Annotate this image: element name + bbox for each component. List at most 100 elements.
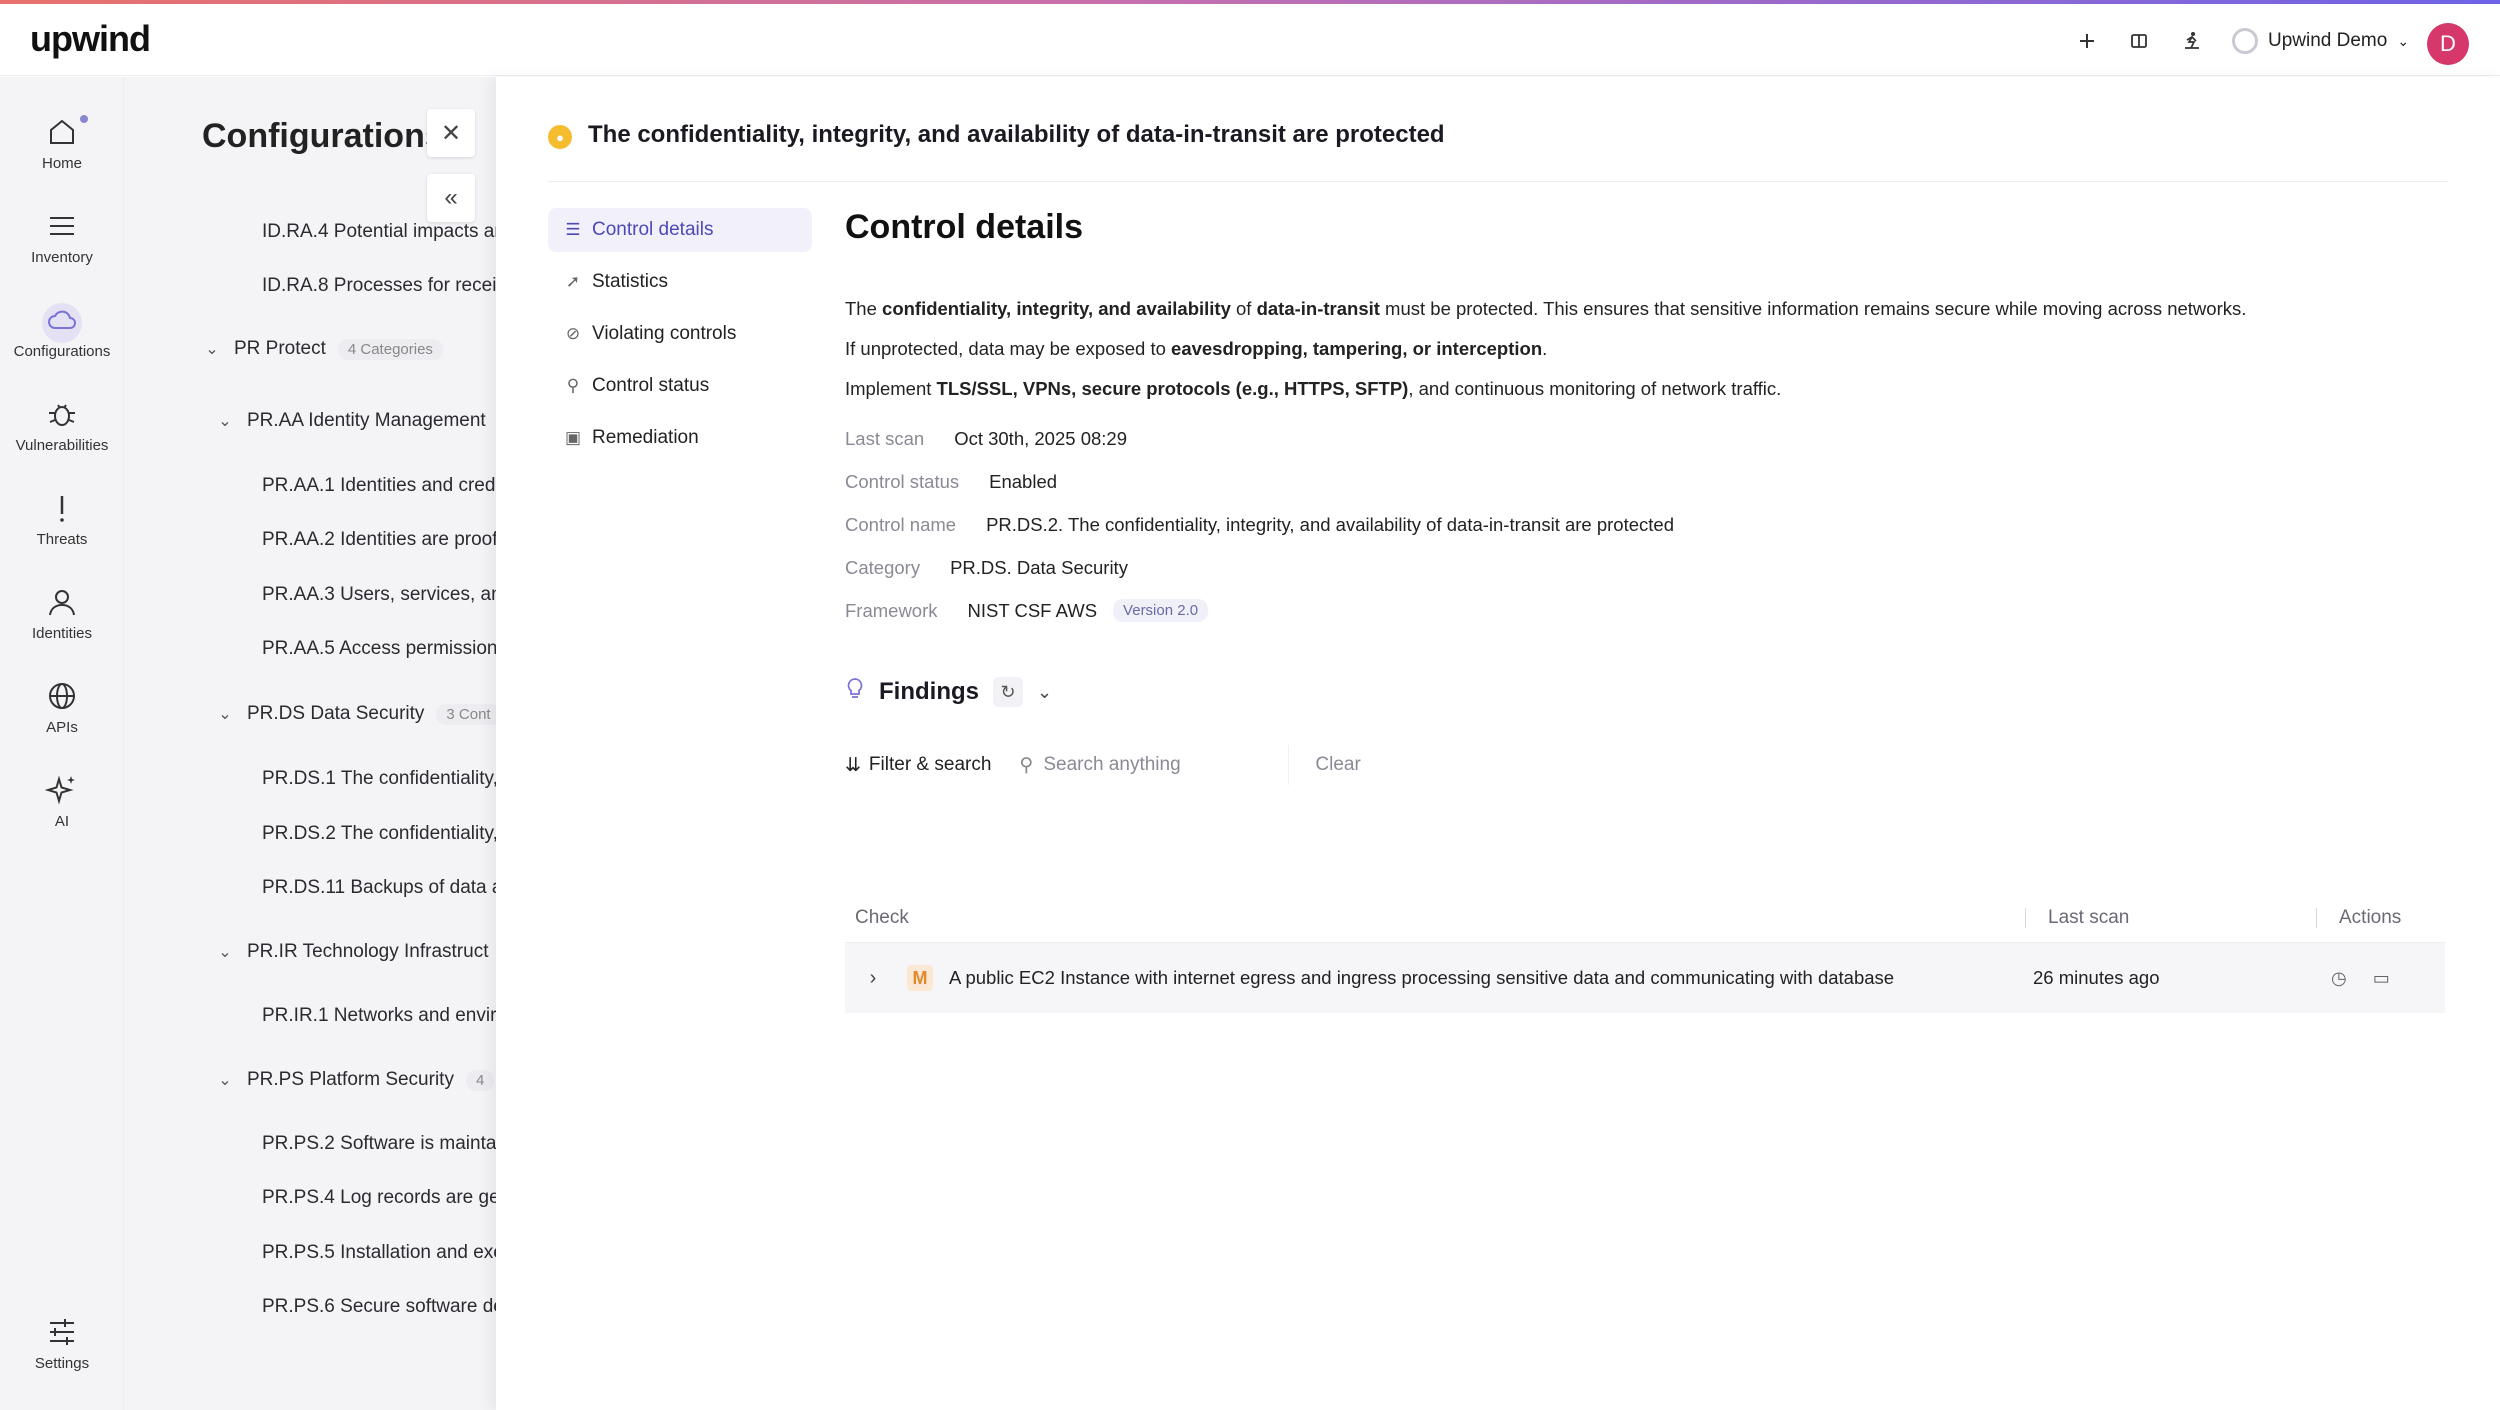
cloud-icon <box>48 310 76 329</box>
tree-title: Configurations <box>202 117 444 155</box>
nav-apis[interactable]: APIs <box>0 679 124 736</box>
table-header: Check Last scan Actions <box>845 893 2445 943</box>
avatar[interactable]: D <box>2427 23 2469 65</box>
row-actions: ◷ ▭ <box>2301 968 2390 989</box>
tree-group[interactable]: ⌄ PR.IR Technology Infrastruct <box>215 941 488 963</box>
subnav-label: Violating controls <box>592 323 737 344</box>
plus-icon[interactable] <box>2072 26 2102 56</box>
close-panel-button[interactable]: ✕ <box>427 109 475 157</box>
nav-settings[interactable]: Settings <box>0 1315 124 1372</box>
subnav-remediation[interactable]: ▣ Remediation <box>548 416 812 460</box>
org-switcher[interactable]: Upwind Demo ⌄ <box>2232 28 2409 54</box>
tree-group[interactable]: ⌄ PR.DS Data Security 3 Cont <box>215 703 496 725</box>
subnav-control-status[interactable]: ⚲ Control status <box>548 364 812 408</box>
book-icon[interactable] <box>2124 26 2154 56</box>
nav-ai-label: AI <box>54 813 70 830</box>
tree-item[interactable]: PR.DS.11 Backups of data ar <box>262 877 496 899</box>
tree-item[interactable]: PR.AA.2 Identities are proofe <box>262 529 496 551</box>
nav-settings-label: Settings <box>34 1355 90 1372</box>
tree-item[interactable]: PR.AA.1 Identities and crede <box>262 475 496 497</box>
findings-header: Findings ↻ ⌄ <box>845 677 1052 707</box>
archive-icon: ▣ <box>564 428 582 447</box>
subnav-label: Remediation <box>592 427 699 448</box>
search-icon: ⚲ <box>566 376 580 395</box>
home-icon <box>50 119 74 144</box>
double-chevron-down-icon: ⇊ <box>845 754 861 776</box>
expand-row-chevron-icon[interactable]: › <box>853 967 893 990</box>
nav-threats-label: Threats <box>36 531 88 548</box>
nav-vulnerabilities-label: Vulnerabilities <box>15 437 109 454</box>
tree-group-count: 4 <box>465 1069 495 1091</box>
tree-group-label: PR.PS Platform Security <box>247 1069 454 1090</box>
control-title: The confidentiality, integrity, and avai… <box>588 121 1445 148</box>
nav-apis-label: APIs <box>46 719 78 736</box>
upwind-logo[interactable]: upwind <box>30 18 151 60</box>
control-subnav: ☰ Control details ➚ Statistics ⊘ Violati… <box>548 208 812 468</box>
nav-identities-label: Identities <box>31 625 93 642</box>
refresh-icon: ↻ <box>1000 681 1016 702</box>
tree-item[interactable]: PR.AA.3 Users, services, and <box>262 584 496 606</box>
tree-item[interactable]: PR.PS.6 Secure software de <box>262 1296 496 1318</box>
collapse-panel-button[interactable]: « <box>427 174 475 222</box>
comment-icon[interactable]: ▭ <box>2373 968 2390 989</box>
finding-check-text[interactable]: A public EC2 Instance with internet egre… <box>949 967 2011 989</box>
globe-icon <box>49 683 75 709</box>
block-icon: ⊘ <box>565 324 581 343</box>
tree-item[interactable]: PR.AA.5 Access permissions <box>262 638 496 660</box>
nav-configurations[interactable]: Configurations <box>0 303 124 360</box>
tree-item[interactable]: PR.PS.4 Log records are ger <box>262 1187 496 1209</box>
search-field[interactable]: ⚲ <box>1009 745 1290 785</box>
chevron-down-icon: ⌄ <box>218 944 232 961</box>
tree-group[interactable]: ⌄ PR.PS Platform Security 4 <box>215 1069 495 1091</box>
tree-item[interactable]: ID.RA.8 Processes for receiv <box>262 275 496 297</box>
nav-identities[interactable]: Identities <box>0 585 124 642</box>
table-row[interactable]: › M A public EC2 Instance with internet … <box>845 943 2445 1013</box>
subnav-violating-controls[interactable]: ⊘ Violating controls <box>548 312 812 356</box>
close-icon: ✕ <box>440 119 462 147</box>
nav-vulnerabilities[interactable]: Vulnerabilities <box>0 397 124 454</box>
refresh-button[interactable]: ↻ <box>992 677 1023 707</box>
subnav-statistics[interactable]: ➚ Statistics <box>548 260 812 304</box>
description-line-2: If unprotected, data may be exposed to e… <box>845 338 1548 359</box>
tree-group[interactable]: ⌄ PR.AA Identity Management <box>215 410 485 432</box>
field-control-status: Control status Enabled <box>845 470 1058 492</box>
tree-group[interactable]: ⌄ PR Protect 4 Categories <box>202 338 443 360</box>
column-header-last-scan[interactable]: Last scan <box>2026 907 2316 929</box>
column-header-actions: Actions <box>2339 906 2402 928</box>
tree-item[interactable]: ID.RA.4 Potential impacts an <box>262 221 496 243</box>
bug-icon <box>49 404 75 426</box>
description-line-3: Implement TLS/SSL, VPNs, secure protocol… <box>845 378 1782 399</box>
chevron-down-icon[interactable]: ⌄ <box>1037 682 1052 703</box>
tree-group-label: PR Protect <box>234 338 326 359</box>
subnav-control-details[interactable]: ☰ Control details <box>548 208 812 252</box>
org-name: Upwind Demo <box>2268 30 2388 51</box>
double-chevron-left-icon: « <box>444 184 458 211</box>
left-nav-rail: Home Inventory Configurations Vulnerabil… <box>0 77 124 1410</box>
subnav-label: Statistics <box>592 271 669 292</box>
status-indicator: ● <box>548 125 572 149</box>
person-icon <box>49 590 75 616</box>
filter-search-button[interactable]: ⇊ Filter & search <box>845 754 991 777</box>
tree-item[interactable]: PR.IR.1 Networks and enviro <box>262 1005 496 1027</box>
chevron-down-icon: ⌄ <box>2397 32 2410 49</box>
finding-last-scan: 26 minutes ago <box>2033 967 2160 988</box>
tree-item[interactable]: PR.PS.2 Software is maintair <box>262 1133 496 1155</box>
chevron-down-icon: ⌄ <box>218 706 232 723</box>
clear-button[interactable]: Clear <box>1315 754 1360 776</box>
tree-item[interactable]: PR.DS.1 The confidentiality, <box>262 768 496 790</box>
severity-badge: M <box>907 965 933 991</box>
walker-icon[interactable] <box>2177 26 2207 56</box>
column-header-check[interactable]: Check <box>845 907 2025 929</box>
search-input[interactable] <box>1043 754 1264 776</box>
tree-item[interactable]: PR.PS.5 Installation and exec <box>262 1242 496 1264</box>
clock-icon[interactable]: ◷ <box>2331 968 2347 989</box>
nav-threats[interactable]: Threats <box>0 491 124 548</box>
search-icon: ⚲ <box>1019 754 1034 776</box>
chevron-down-icon: ⌄ <box>205 341 219 358</box>
control-details-section: Control details The confidentiality, int… <box>845 208 2455 632</box>
chevron-down-icon: ⌄ <box>218 1072 232 1089</box>
nav-ai[interactable]: AI <box>0 773 124 830</box>
nav-home[interactable]: Home <box>0 115 124 172</box>
nav-inventory[interactable]: Inventory <box>0 209 124 266</box>
tree-item[interactable]: PR.DS.2 The confidentiality, <box>262 823 496 845</box>
